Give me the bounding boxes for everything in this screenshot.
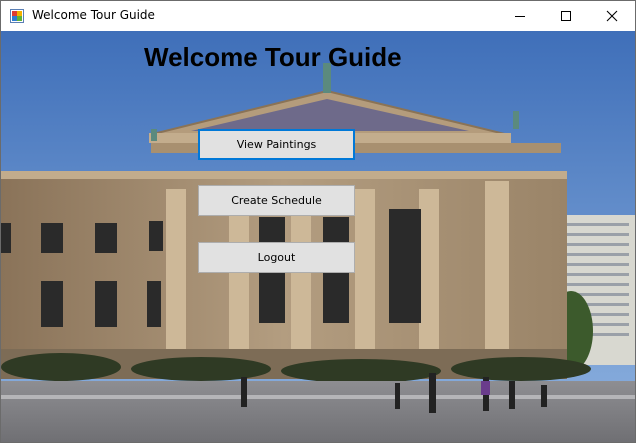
logout-button[interactable]: Logout [198, 242, 355, 273]
minimize-icon [515, 16, 525, 17]
page-title: Welcome Tour Guide [144, 42, 402, 72]
app-window: Welcome Tour Guide Welcome Tour Guide Vi… [0, 0, 636, 443]
museum-background-image [1, 31, 635, 442]
window-title: Welcome Tour Guide [32, 8, 155, 22]
create-schedule-button[interactable]: Create Schedule [198, 185, 355, 216]
view-paintings-button[interactable]: View Paintings [198, 129, 355, 160]
title-bar[interactable]: Welcome Tour Guide [1, 1, 635, 31]
main-panel: Welcome Tour Guide View Paintings Create… [1, 31, 635, 442]
maximize-button[interactable] [543, 1, 589, 31]
close-button[interactable] [589, 1, 635, 31]
app-icon [10, 9, 24, 23]
close-icon [606, 10, 618, 22]
maximize-icon [561, 11, 571, 21]
minimize-button[interactable] [497, 1, 543, 31]
